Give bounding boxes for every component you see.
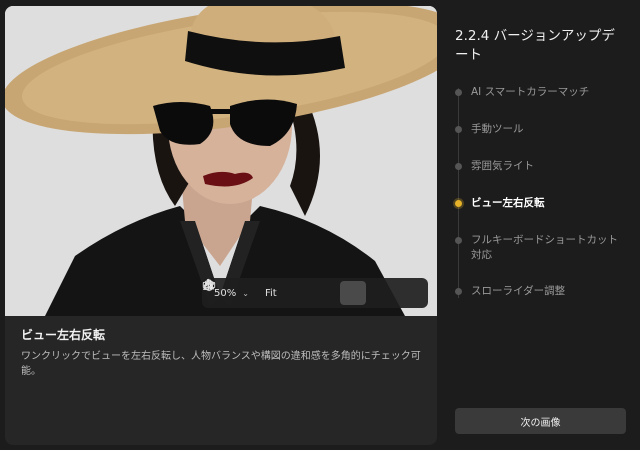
- version-title: 2.2.4 バージョンアップデート: [455, 28, 615, 63]
- timeline-dot: [455, 237, 462, 244]
- timeline-label: フルキーボードショートカット対応: [471, 234, 618, 261]
- timeline-item-view-flip[interactable]: ビュー左右反転: [455, 196, 635, 211]
- timeline-label: スローライダー調整: [471, 285, 566, 297]
- preview-card: 50% ⌄ Fit ビュー左右反転 ワンクリックでビューを左右反転し、人物バラン…: [5, 6, 437, 445]
- zoom-value: 50%: [214, 287, 237, 299]
- preview-photo: 50% ⌄ Fit: [5, 6, 437, 316]
- timeline-item-keyboard-shortcuts[interactable]: フルキーボードショートカット対応: [455, 233, 635, 263]
- timeline-item-manual-tools[interactable]: 手動ツール: [455, 122, 635, 137]
- fit-button[interactable]: Fit: [257, 288, 285, 299]
- view-toolbar: 50% ⌄ Fit: [202, 278, 428, 308]
- timeline-dot: [455, 89, 462, 96]
- feature-title: ビュー左右反転: [21, 328, 106, 342]
- portrait-image: [5, 6, 437, 316]
- ruler-tool-button[interactable]: [202, 281, 339, 305]
- flip-view-button[interactable]: [203, 278, 366, 305]
- timeline-label: ビュー左右反転: [471, 197, 545, 209]
- timeline-item-ambient-light[interactable]: 雰囲気ライト: [455, 159, 635, 174]
- feature-description: ワンクリックでビューを左右反転し、人物バランスや構図の違和感を多角的にチェック可…: [21, 351, 421, 377]
- timeline-label: 雰囲気ライト: [471, 160, 534, 172]
- timeline-label: AI スマートカラーマッチ: [471, 86, 590, 98]
- chevron-down-icon: ⌄: [242, 288, 249, 298]
- eraser-icon: [203, 279, 215, 290]
- timeline-dot: [455, 288, 462, 295]
- timeline-item-ai-color-match[interactable]: AI スマートカラーマッチ: [455, 85, 635, 100]
- timeline-item-slow-slider[interactable]: スローライダー調整: [455, 284, 635, 299]
- timeline-dot: [455, 126, 462, 133]
- next-image-button[interactable]: 次の画像: [455, 408, 626, 434]
- timeline-label: 手動ツール: [471, 123, 524, 135]
- timeline-dot-active: [455, 200, 462, 207]
- hand-tool-button[interactable]: [203, 279, 312, 305]
- pointer-tool-button[interactable]: [204, 278, 393, 305]
- eraser-tool-button[interactable]: [203, 279, 420, 305]
- timeline-line: [458, 88, 459, 298]
- timeline-dot: [455, 163, 462, 170]
